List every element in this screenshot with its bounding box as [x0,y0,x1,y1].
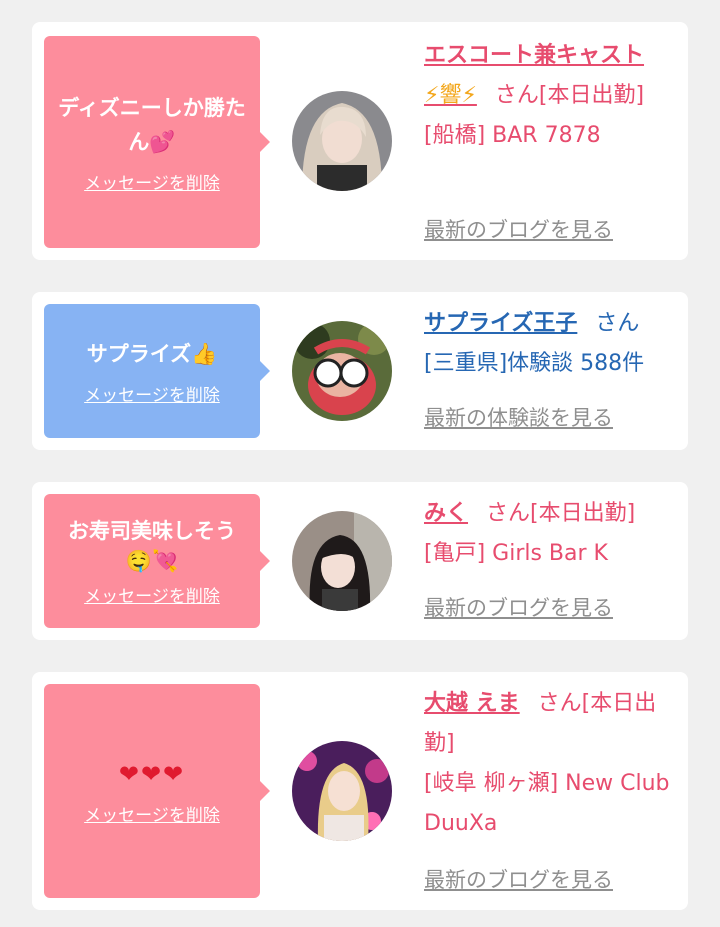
user-suffix: さん [595,311,640,336]
avatar[interactable] [292,91,392,191]
shop-info: [亀戸] Girls Bar K [424,541,608,566]
user-info: エスコート兼キャスト ⚡響⚡ さん[本日出勤] [船橋] BAR 7878 [424,36,674,156]
lightning-icon: ⚡響⚡ [424,83,477,108]
view-latest-blog-link[interactable]: 最新のブログを見る [424,864,613,894]
shop-info: [船橋] BAR 7878 [424,123,601,148]
message-bubble: ❤❤❤ メッセージを削除 [44,684,270,898]
user-info: みく さん[本日出勤] [亀戸] Girls Bar K [424,494,674,574]
message-text: お寿司美味しそう 🤤💘 [68,518,236,573]
delete-message-link[interactable]: メッセージを削除 [84,582,220,607]
user-suffix: さん[本日出勤] [494,83,645,108]
user-name-link[interactable]: みく [424,501,468,526]
user-name-link[interactable]: サプライズ王子 [424,311,577,336]
user-name-link[interactable]: 大越 えま [424,691,520,716]
message-list: ディズニーしか勝たん💕 メッセージを削除 エスコート兼キャスト ⚡響⚡ さん[本日出… [0,0,720,927]
avatar-photo-icon [292,91,392,191]
avatar-photo-icon [292,741,392,841]
hearts-icon: ❤❤❤ [118,759,186,788]
delete-message-link[interactable]: メッセージを削除 [84,801,220,826]
view-latest-blog-link[interactable]: 最新のブログを見る [424,592,613,622]
shop-info: [岐阜 柳ヶ瀬] New Club DuuXa [424,771,670,836]
message-card: ディズニーしか勝たん💕 メッセージを削除 エスコート兼キャスト ⚡響⚡ さん[本日出… [32,22,688,260]
user-info: 大越 えま さん[本日出勤] [岐阜 柳ヶ瀬] New Club DuuXa [424,684,674,844]
avatar[interactable] [292,321,392,421]
message-card: ❤❤❤ メッセージを削除 大越 えま さん[本日出勤] [岐阜 柳ヶ瀬] New … [32,672,688,910]
view-latest-blog-link[interactable]: 最新のブログを見る [424,214,613,244]
message-card: サプライズ👍 メッセージを削除 サプライズ王子 さん [三重県]体験談 588件 … [32,292,688,450]
message-bubble: お寿司美味しそう 🤤💘 メッセージを削除 [44,494,270,628]
user-suffix: さん[本日出勤] [486,501,636,526]
review-count: [三重県]体験談 588件 [424,351,645,376]
heart-emoji-icon: 💕 [149,129,176,154]
drooling-face-icon: 🤤💘 [125,548,179,573]
avatar-photo-icon [292,511,392,611]
view-latest-review-link[interactable]: 最新の体験談を見る [424,402,613,432]
message-text: サプライズ👍 [86,341,218,366]
message-bubble: サプライズ👍 メッセージを削除 [44,304,270,438]
thumbs-up-emoji-icon: 👍 [191,341,218,366]
message-bubble: ディズニーしか勝たん💕 メッセージを削除 [44,36,270,248]
avatar[interactable] [292,741,392,841]
avatar-photo-icon [292,321,392,421]
avatar[interactable] [292,511,392,611]
message-card: お寿司美味しそう 🤤💘 メッセージを削除 みく さん[本日出勤] [亀戸] Girl… [32,482,688,640]
delete-message-link[interactable]: メッセージを削除 [84,169,220,194]
message-text: ディズニーしか勝たん💕 [58,95,246,154]
user-info: サプライズ王子 さん [三重県]体験談 588件 [424,304,674,384]
delete-message-link[interactable]: メッセージを削除 [84,381,220,406]
